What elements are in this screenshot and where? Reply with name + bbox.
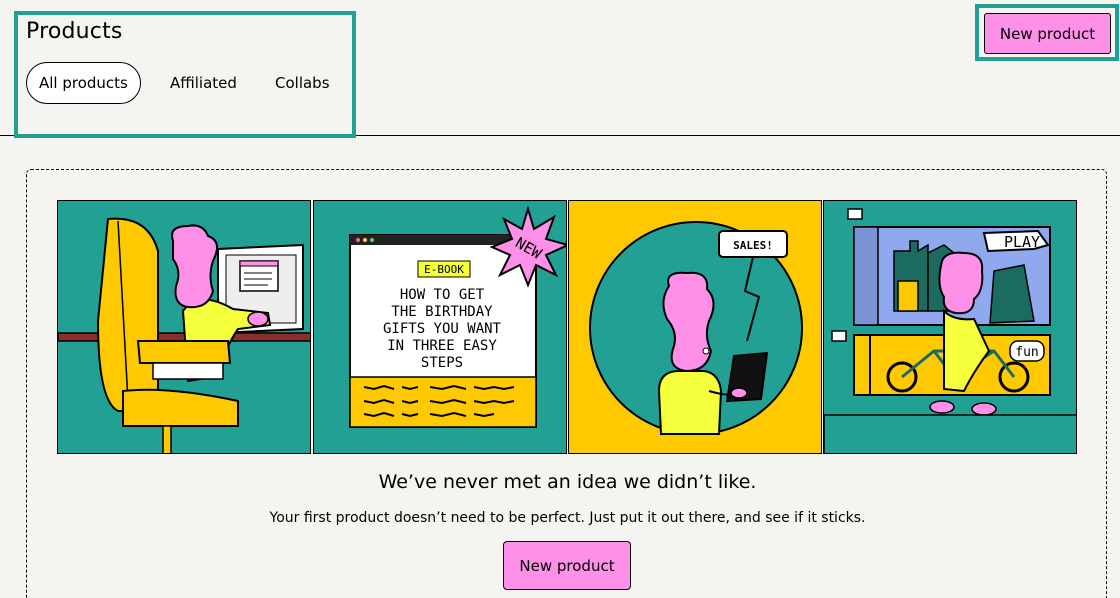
fun-sign-text: fun (1015, 345, 1038, 360)
illustration-play: PLAY fun (823, 200, 1077, 454)
new-product-cta-button[interactable]: New product (503, 541, 631, 590)
empty-state-description: Your first product doesn’t need to be pe… (269, 510, 866, 526)
tab-collabs[interactable]: Collabs (262, 62, 343, 104)
empty-state-card: NEW E-BOOK HOW TO GET THE BIRTHDAY GIFTS… (26, 169, 1107, 598)
ebook-title-line: STEPS (421, 355, 463, 371)
speech-bubble-text: SALES! (733, 239, 773, 252)
ebook-badge: E-BOOK (424, 263, 464, 276)
page-header: Products All products Affiliated Collabs… (0, 0, 1120, 138)
ebook-title-line: HOW TO GET (400, 287, 485, 303)
ebook-title-line: THE BIRTHDAY (391, 304, 493, 320)
tab-affiliated[interactable]: Affiliated (157, 62, 250, 104)
illustration-ebook: NEW E-BOOK HOW TO GET THE BIRTHDAY GIFTS… (313, 200, 567, 454)
illustration-computer (57, 200, 311, 454)
ebook-title-line: IN THREE EASY (387, 338, 497, 354)
tab-all-products[interactable]: All products (26, 62, 141, 104)
ebook-title-line: GIFTS YOU WANT (383, 321, 502, 337)
new-product-button[interactable]: New product (984, 13, 1111, 54)
page-title: Products (26, 19, 123, 44)
play-sign-text: PLAY (1004, 233, 1040, 251)
empty-state-headline: We’ve never met an idea we didn’t like. (378, 471, 757, 493)
new-product-button-frame: New product (975, 4, 1119, 61)
illustration-sales: SALES! (568, 200, 822, 454)
tabs-panel: Products All products Affiliated Collabs (14, 11, 356, 138)
